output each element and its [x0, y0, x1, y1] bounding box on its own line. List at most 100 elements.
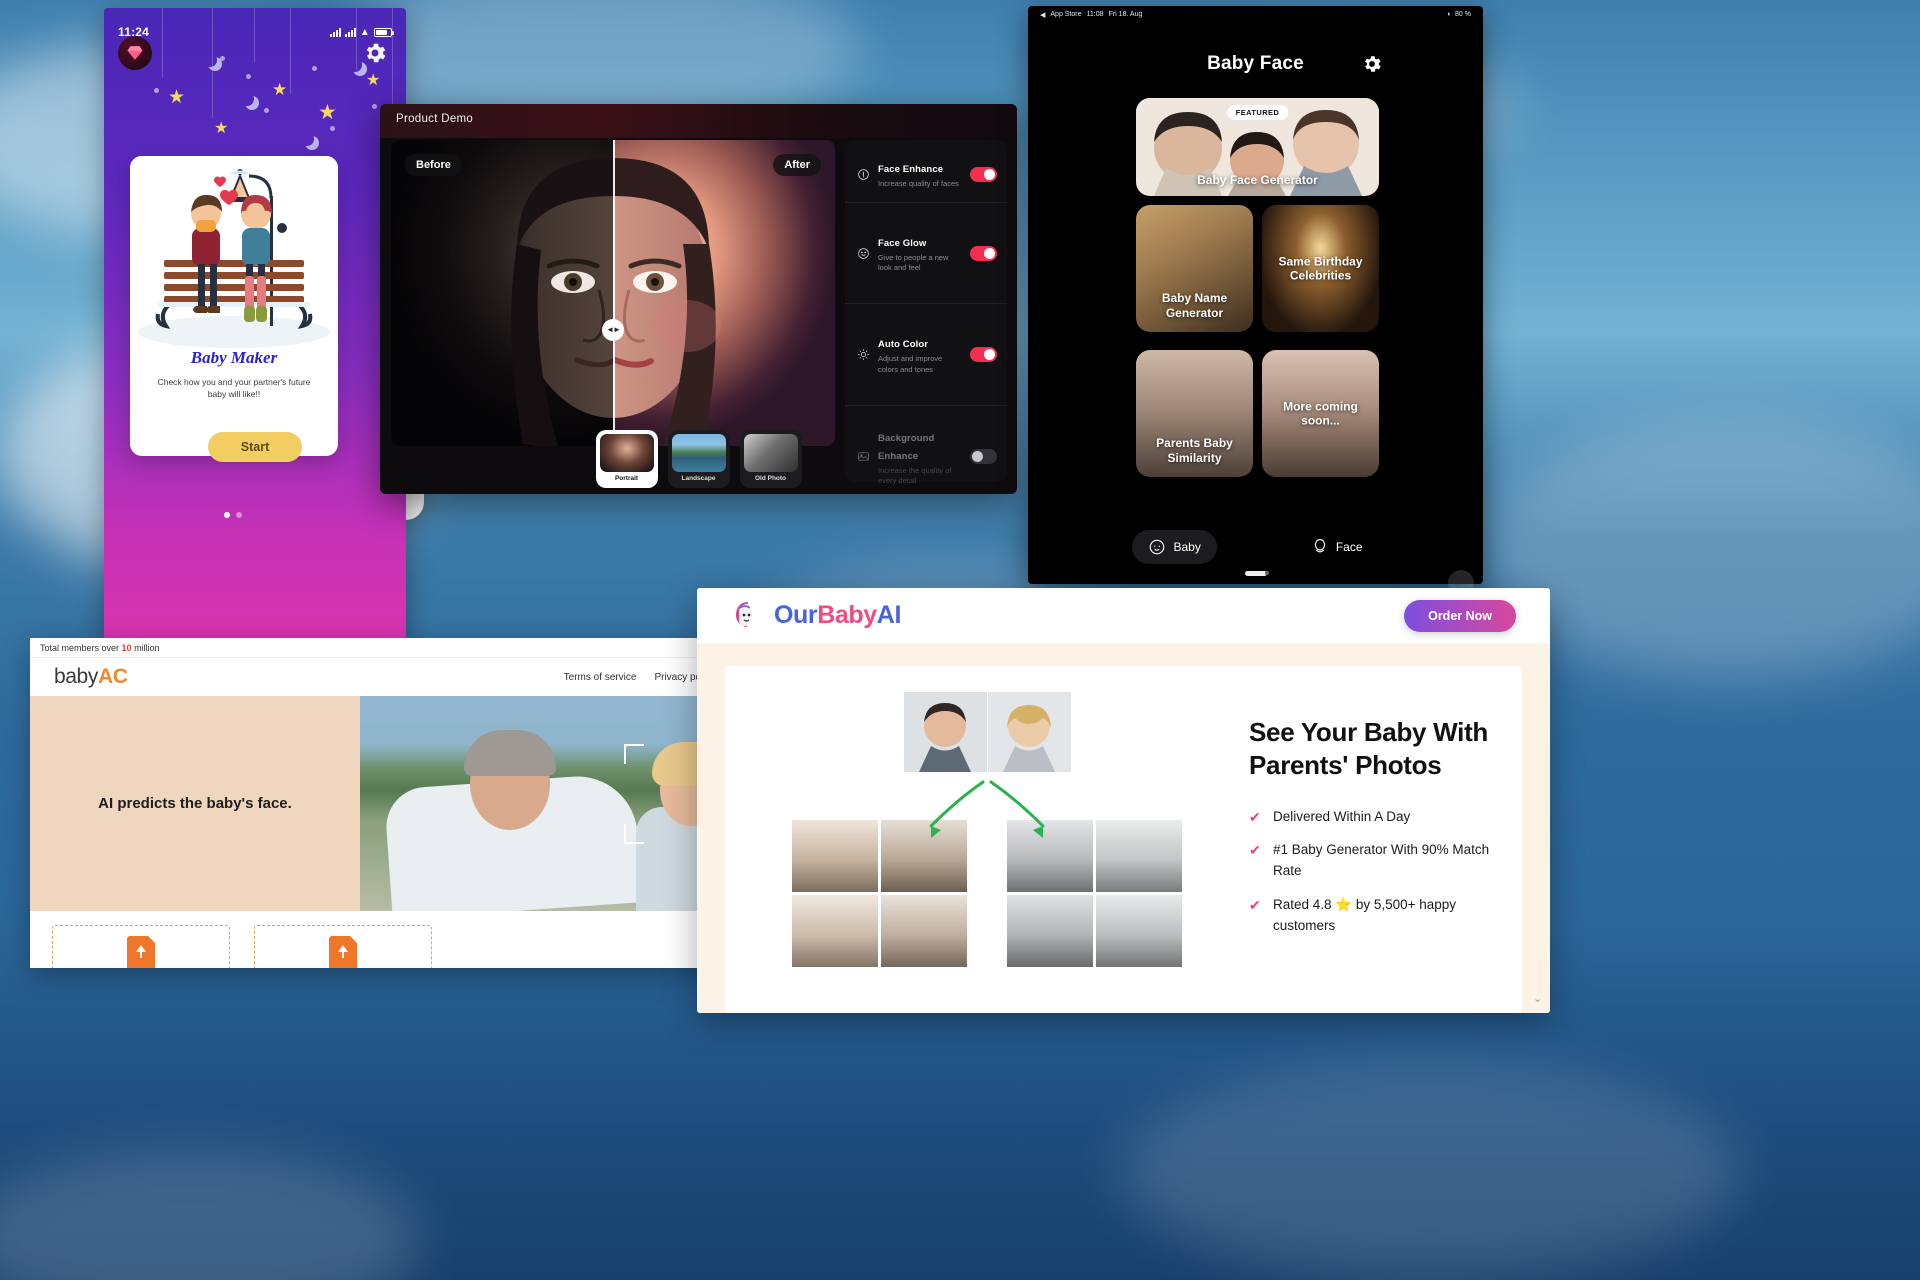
setting-background-enhance[interactable]: Background Enhance Increase the quality … [845, 404, 1007, 494]
ourbabyai-window: OurBabyAI Order Now See Your Baby With P… [697, 588, 1550, 1013]
preset-landscape-label: Landscape [681, 475, 716, 482]
baby-maker-tagline: Check how you and your partner's future … [157, 377, 311, 400]
gear-glyph [366, 43, 386, 63]
setting-face-enhance[interactable]: Face Enhance Increase quality of faces [845, 146, 1007, 202]
tile-more-coming-soon-label: More coming soon... [1283, 399, 1358, 428]
signal-icon [329, 27, 341, 37]
signal-icon-2 [344, 27, 356, 37]
status-app-store: App Store [1050, 11, 1082, 18]
check-icon: ✔ [1249, 808, 1261, 825]
wifi-icon: ◗ [1446, 11, 1452, 18]
baby-result-4 [881, 895, 967, 967]
logo-baby: Baby [817, 601, 877, 629]
phone-settings-gear-icon[interactable] [358, 36, 392, 70]
babyac-logo[interactable]: babyAC [54, 665, 128, 689]
upload-moms-photo[interactable]: Mom's photo ※Please upload a JPG or PNG … [254, 925, 432, 968]
parent-photos [751, 692, 1223, 772]
baby-result-3 [792, 895, 878, 967]
ourbabyai-body: See Your Baby With Parents' Photos ✔ Del… [697, 643, 1550, 1013]
setting-background-enhance-title: Background Enhance [878, 432, 935, 462]
baby-face-icon [1150, 539, 1165, 555]
aperture-icon [855, 168, 871, 181]
logo-text: baby [54, 665, 98, 688]
setting-face-enhance-title: Face Enhance [878, 164, 944, 175]
check-icon-3: ✔ [1249, 897, 1261, 914]
tab-baby-label: Baby [1173, 540, 1201, 554]
tile-parents-baby-similarity-label: Parents Baby Similarity [1156, 436, 1233, 465]
tab-face-label: Face [1335, 540, 1363, 554]
dad-photo [903, 692, 987, 772]
members-count: 10 [121, 642, 132, 653]
benefit-item-1: ✔ Delivered Within A Day [1249, 807, 1496, 828]
toggle-face-glow[interactable] [970, 245, 997, 261]
tablet-status-bar: ◀ App Store 11:08 Fri 18. Aug ◗ 80 % [1028, 6, 1483, 23]
ourbabyai-headline: See Your Baby With Parents' Photos [1249, 717, 1489, 781]
logo-accent: AC [97, 665, 128, 688]
preset-portrait[interactable]: Portrait [595, 430, 658, 488]
preset-old-photo-label: Old Photo [754, 475, 787, 482]
benefit-2-text: #1 Baby Generator With 90% Match Rate [1273, 842, 1490, 879]
preset-old-photo[interactable]: Old Photo [739, 430, 802, 488]
benefit-3-text: Rated 4.8 ⭐ by 5,500+ happy customers [1273, 897, 1457, 934]
couple-on-bench-illustration [130, 156, 338, 352]
demo-titlebar [380, 104, 1017, 138]
featured-badge: FEATURED [1226, 105, 1289, 120]
logo-ai: AI [876, 601, 902, 629]
toggle-auto-color[interactable] [970, 347, 997, 362]
tile-parents-baby-similarity[interactable]: Parents Baby Similarity [1136, 350, 1253, 477]
setting-background-enhance-desc: Increase the quality of every detail [878, 465, 952, 485]
tile-same-birthday-celebrities[interactable]: Same Birthday Celebrities [1262, 205, 1379, 332]
tile-baby-face-generator[interactable]: FEATURED Baby Face Generator [1136, 98, 1379, 196]
setting-face-glow-desc: Give to people a new look and feel [878, 253, 949, 273]
tablet-page-title: Baby Face [1207, 53, 1304, 74]
tile-baby-face-generator-label: Baby Face Generator [1197, 172, 1318, 187]
benefit-item-3: ✔ Rated 4.8 ⭐ by 5,500+ happy customers [1249, 895, 1496, 937]
gem-icon[interactable] [118, 36, 152, 70]
page-dots [224, 512, 242, 518]
comparison-divider [613, 140, 615, 446]
upload-file-icon-2 [329, 936, 357, 968]
home-indicator [1244, 571, 1267, 576]
tab-baby[interactable]: Baby [1132, 530, 1217, 564]
tab-face[interactable]: Face [1295, 530, 1379, 564]
preset-landscape-thumb [671, 434, 726, 472]
preset-landscape[interactable]: Landscape [667, 430, 730, 488]
ourbabyai-benefits: ✔ Delivered Within A Day ✔ #1 Baby Gener… [1249, 807, 1496, 938]
setting-auto-color-title: Auto Color [878, 339, 929, 351]
order-now-button[interactable]: Order Now [1404, 599, 1516, 632]
status-time: 11:08 [1086, 11, 1104, 18]
after-label: After [773, 154, 821, 176]
ourbabyai-copy: See Your Baby With Parents' Photos ✔ Del… [1239, 688, 1496, 991]
face-outline-icon [1314, 538, 1325, 553]
tablet-settings-gear-icon[interactable] [1361, 53, 1383, 75]
demo-window-title: Product Demo [396, 113, 474, 125]
members-counter: Total members over 10 million [40, 643, 160, 653]
mom-photo [987, 692, 1071, 772]
comparison-slider-handle[interactable]: ◄► [602, 318, 624, 341]
before-after-stage[interactable]: ◄► Before After [391, 140, 835, 446]
scroll-indicator[interactable]: ⌄ [1533, 992, 1545, 1005]
ourbabyai-logo[interactable]: OurBabyAI [731, 599, 901, 633]
upload-dads-photo[interactable]: Dad's photo ※Please upload a JPG or PNG … [52, 925, 230, 968]
status-battery: 80 % [1455, 11, 1471, 18]
benefit-1-text: Delivered Within A Day [1273, 808, 1411, 824]
tile-more-coming-soon[interactable]: More coming soon... [1262, 350, 1379, 477]
setting-auto-color[interactable]: Auto Color Adjust and improve colors and… [845, 303, 1007, 404]
toggle-background-enhance[interactable] [970, 449, 997, 465]
setting-face-glow-title: Face Glow [878, 238, 927, 250]
ourbabyai-header: OurBabyAI Order Now [697, 588, 1550, 643]
preset-old-photo-thumb [743, 434, 798, 472]
tile-baby-name-generator[interactable]: Baby Name Generator [1136, 205, 1253, 332]
setting-face-enhance-desc: Increase quality of faces [878, 179, 959, 188]
back-arrow-icon[interactable]: ◀ [1040, 11, 1045, 19]
members-suffix: million [134, 642, 160, 653]
toggle-face-enhance[interactable] [970, 166, 997, 182]
setting-face-glow[interactable]: Face Glow Give to people a new look and … [845, 202, 1007, 303]
home-indicator-dot [1264, 571, 1269, 575]
logo-our: Our [774, 601, 818, 629]
feature-tiles: FEATURED Baby Face Generator Baby Name G… [1136, 98, 1379, 477]
nav-terms-of-service[interactable]: Terms of service [564, 672, 637, 683]
benefit-item-2: ✔ #1 Baby Generator With 90% Match Rate [1249, 840, 1496, 882]
start-button[interactable]: Start [208, 432, 302, 462]
baby-results-visual [751, 688, 1223, 991]
